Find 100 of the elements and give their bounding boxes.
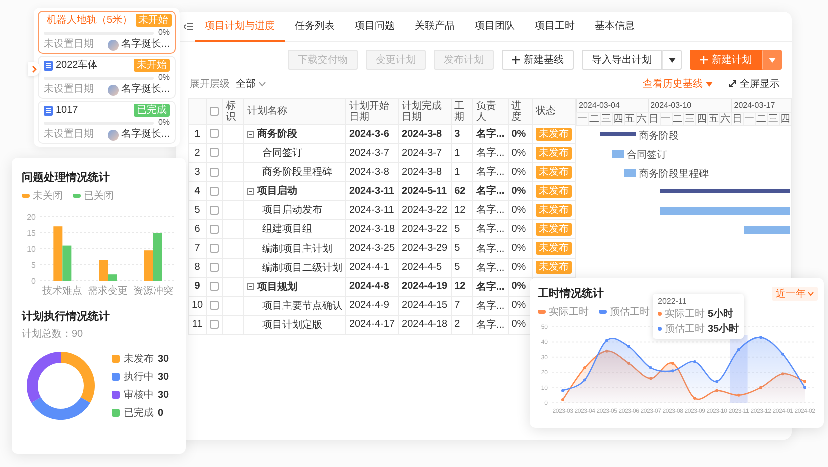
date-text: 未设置日期: [44, 39, 95, 51]
legend-label: 未发布: [124, 352, 154, 366]
table-cell: 12: [451, 277, 473, 296]
legend-value: 30: [158, 354, 170, 364]
axis-label: 技术难点: [42, 286, 83, 297]
table-cell: 2024-3-22: [398, 200, 452, 220]
axis-label: 0: [32, 277, 36, 286]
row-number: 9: [188, 277, 207, 296]
table-cell: 1: [451, 144, 473, 163]
table-cell: 名字...: [472, 315, 508, 334]
plan-name: 项目主要节点确认: [262, 300, 342, 313]
table-cell: 0%: [508, 144, 532, 163]
axis-label: 需求变更: [88, 286, 128, 297]
owner-name: 名字挺长...: [122, 39, 170, 51]
table-cell: 名字...: [472, 296, 508, 316]
plan-name: 合同签订: [262, 147, 302, 160]
panel-title: 工时情况统计: [538, 286, 604, 301]
owner-name: 名字挺长...: [122, 84, 170, 96]
project-title: 2022车体: [56, 60, 100, 72]
status-badge: 未发布: [536, 146, 572, 160]
legend-label: 实际工时: [549, 306, 589, 319]
table-cell: 2024-3-29: [398, 238, 452, 258]
day-label: 四: [612, 112, 624, 125]
progress-percent: 0%: [158, 27, 170, 38]
project-title: 机器人地轨（5米）: [47, 14, 133, 26]
table-cell: 2024-4-1: [346, 258, 399, 278]
project-title: 1017: [56, 104, 80, 116]
progress-percent: 0%: [158, 117, 170, 128]
day-label: 日: [648, 112, 660, 125]
week-label: 2024-03-10: [648, 99, 732, 112]
row-number: 3: [188, 162, 207, 182]
column-header: 负责人: [472, 98, 508, 124]
axis-label: 资源冲突: [133, 286, 174, 297]
table-cell: 2024-4-17: [346, 315, 399, 334]
day-label: 四: [695, 112, 708, 125]
day-label: 三: [600, 112, 612, 125]
status-badge: 未发布: [536, 261, 572, 274]
table-cell: 2: [451, 315, 473, 334]
day-label: 二: [755, 112, 767, 125]
status-badge: 未发布: [536, 184, 572, 198]
table-cell: 2024-3-22: [398, 220, 452, 239]
tooltip-value: 5小时: [708, 308, 734, 321]
table-cell: 0%: [508, 220, 532, 239]
plan-name: 项目计划定版: [262, 318, 322, 332]
row-number: 7: [188, 238, 207, 258]
status-badge: 未发布: [536, 166, 572, 179]
owner-name: 名字挺长...: [122, 129, 170, 141]
status-badge: 未发布: [536, 204, 572, 217]
column-header: 工期: [451, 98, 473, 124]
tooltip-label: 实际工时: [665, 308, 705, 321]
day-label: 日: [731, 112, 744, 125]
status-badge: 未开始: [134, 59, 170, 72]
day-label: 一: [743, 112, 756, 125]
table-cell: 0%: [508, 200, 532, 220]
column-header: 状态: [532, 98, 576, 124]
table-cell: 0%: [508, 162, 532, 182]
date-text: 未设置日期: [44, 84, 95, 96]
table-cell: 2024-3-8: [398, 124, 452, 144]
legend-value: 0: [158, 408, 164, 418]
table-cell: 7: [451, 296, 473, 316]
table-cell: 2024-3-8: [346, 162, 399, 182]
day-label: 四: [778, 112, 791, 125]
table-cell: 2024-5-11: [398, 182, 452, 201]
panel-title: 计划执行情况统计: [22, 310, 111, 324]
table-cell: 2024-3-11: [346, 200, 399, 220]
table-cell: 名字...: [472, 200, 508, 220]
week-label: 2024-03-17: [731, 99, 791, 112]
table-cell: 2024-3-7: [346, 144, 399, 163]
column-header: 计划完成日期: [398, 98, 452, 124]
legend-value: 30: [158, 372, 170, 382]
status-badge: 已完成: [134, 104, 170, 117]
column-header: 进度: [508, 98, 532, 124]
table-cell: 2024-3-11: [346, 182, 399, 201]
table-cell: 5: [451, 238, 473, 258]
table-cell: 名字...: [472, 258, 508, 278]
table-cell: 2024-4-15: [398, 296, 452, 316]
bar-label: 合同签订: [627, 149, 667, 162]
table-cell: 名字...: [472, 238, 508, 258]
row-number: 11: [188, 315, 207, 334]
row-number: 6: [188, 220, 207, 239]
plan-name: 商务阶段里程碑: [262, 166, 332, 180]
tooltip-value: 35小时: [708, 322, 740, 336]
day-label: 六: [719, 112, 732, 125]
progress-percent: 0%: [158, 72, 170, 84]
legend-label: 未关闭: [33, 190, 63, 203]
day-label: 一: [660, 112, 672, 125]
day-label: 三: [767, 112, 779, 125]
table-cell: 0%: [508, 124, 532, 144]
table-cell: 名字...: [472, 144, 508, 163]
row-number: 5: [188, 200, 207, 220]
status-badge: 未发布: [536, 128, 572, 141]
tooltip-title: 2022-11: [658, 297, 688, 306]
plan-name: 组建项目组: [262, 222, 312, 236]
axis-label: 5: [32, 261, 36, 270]
table-cell: 0%: [508, 238, 532, 258]
plan-name: 编制项目主计划: [262, 242, 332, 256]
table-cell: 名字...: [472, 182, 508, 201]
legend-value: 30: [158, 390, 170, 400]
legend-label: 预估工时: [610, 306, 650, 319]
date-text: 未设置日期: [44, 129, 95, 141]
